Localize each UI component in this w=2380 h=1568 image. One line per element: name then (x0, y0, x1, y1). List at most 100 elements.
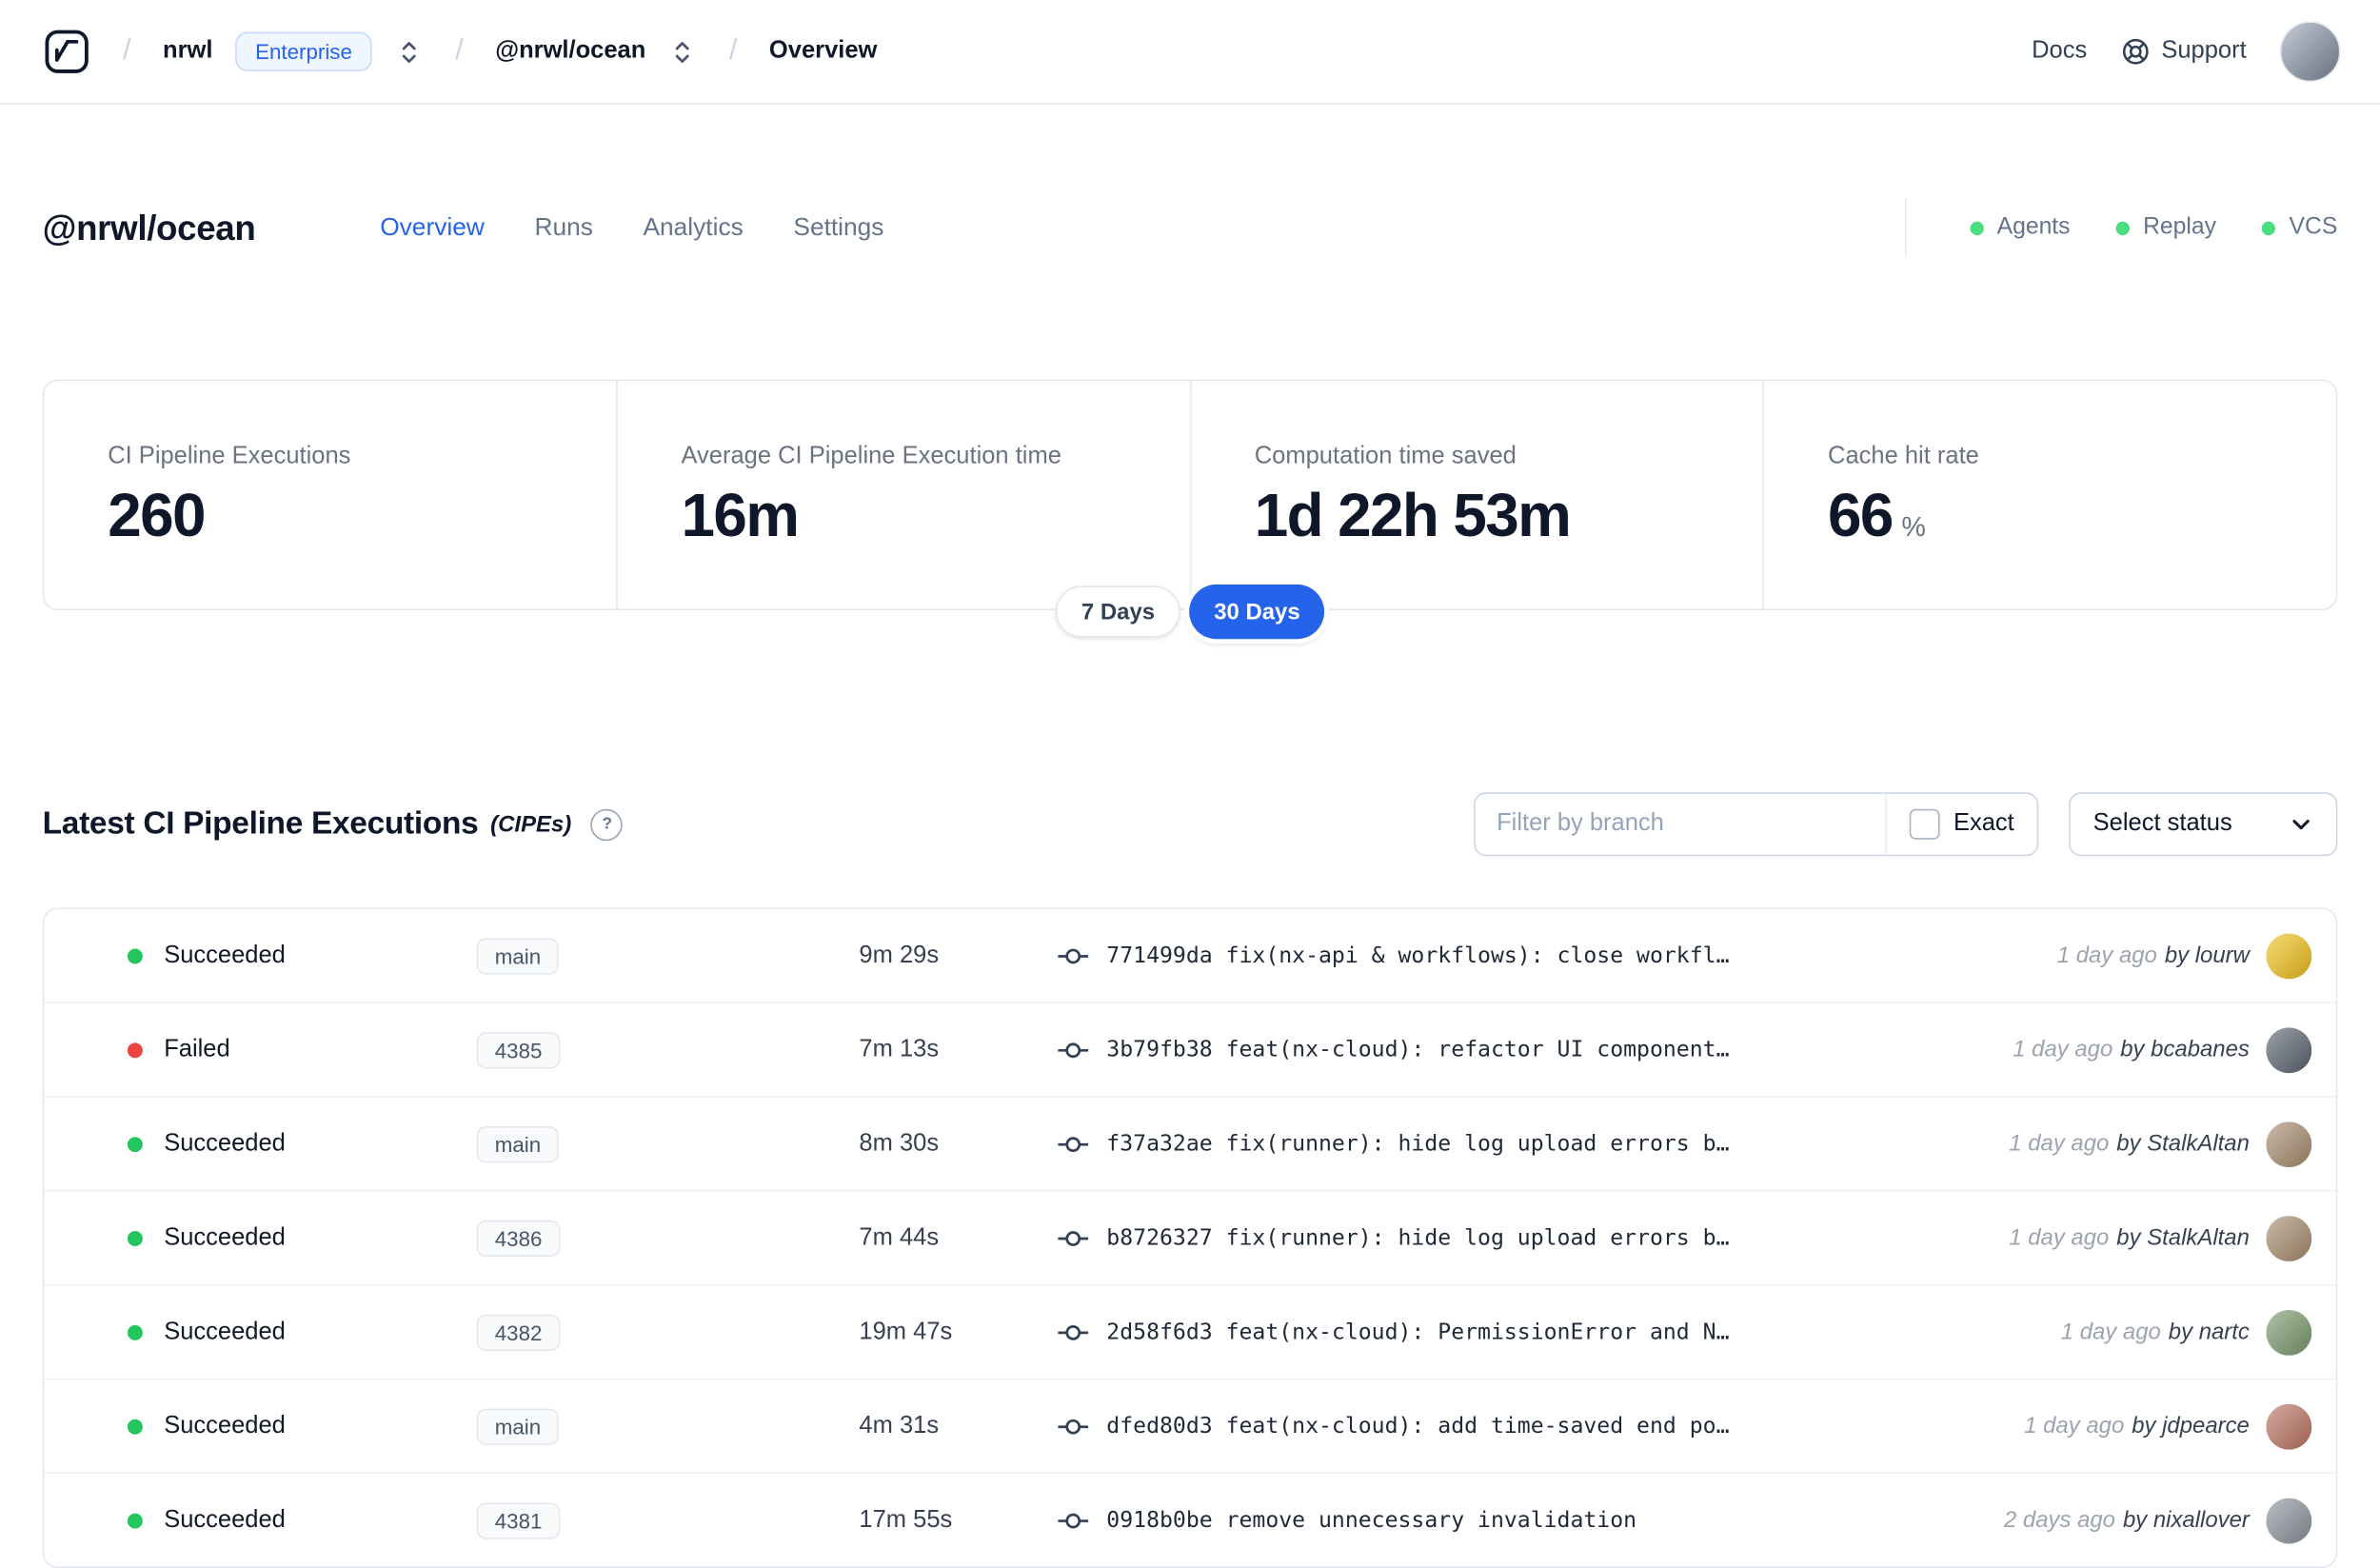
breadcrumb-separator: / (455, 34, 464, 68)
branch-badge[interactable]: main (476, 1125, 560, 1162)
status-select[interactable]: Select status (2069, 792, 2338, 857)
author: by lourw (2164, 943, 2250, 969)
workspace-switcher-button[interactable] (668, 35, 697, 67)
duration: 19m 47s (859, 1318, 953, 1344)
status-dot (127, 1136, 143, 1152)
avatar (2266, 1121, 2312, 1167)
author: by jdpearce (2132, 1413, 2250, 1439)
stat-label: Cache hit rate (1828, 442, 1979, 468)
nx-cloud-logo[interactable] (43, 28, 91, 76)
author: by nixallover (2122, 1507, 2250, 1534)
help-icon[interactable]: ? (590, 808, 624, 841)
docs-link[interactable]: Docs (2032, 38, 2087, 66)
user-avatar[interactable] (2279, 21, 2341, 83)
git-commit-icon (1058, 1227, 1089, 1248)
branch-badge[interactable]: main (476, 937, 560, 974)
breadcrumb: / nrwl Enterprise / @nrwl/ocean / Overvi… (43, 28, 877, 76)
author: by bcabanes (2120, 1036, 2250, 1063)
cipe-row[interactable]: Failed 4385 7m 13s 3b79fb38 feat(nx-clou… (44, 1002, 2336, 1096)
indicator-agents[interactable]: Agents (1969, 213, 2071, 242)
row-meta: 1 day ago by jdpearce (2003, 1413, 2250, 1439)
commit-message[interactable]: 3b79fb38 feat(nx-cloud): refactor UI com… (1106, 1038, 1992, 1062)
cipe-row[interactable]: Succeeded main 4m 31s dfed80d3 feat(nx-c… (44, 1378, 2336, 1473)
exact-checkbox[interactable] (1909, 808, 1940, 840)
breadcrumb-workspace[interactable]: @nrwl/ocean (495, 38, 645, 66)
branch-filter-input[interactable] (1475, 793, 1886, 855)
relative-time: 2 days ago (2003, 1507, 2115, 1534)
duration: 17m 55s (859, 1506, 953, 1533)
green-status-dot (2115, 220, 2130, 235)
page: / nrwl Enterprise / @nrwl/ocean / Overvi… (0, 0, 2380, 1568)
tab-settings[interactable]: Settings (793, 213, 883, 242)
commit-message[interactable]: dfed80d3 feat(nx-cloud): add time-saved … (1106, 1414, 2003, 1439)
git-commit-icon (1058, 1510, 1089, 1531)
duration: 7m 13s (859, 1036, 940, 1062)
status-dot (127, 1418, 143, 1434)
cipes-title: Latest CI Pipeline Executions (42, 805, 479, 842)
top-bar-actions: Docs Support (2032, 21, 2341, 83)
cipe-row[interactable]: Succeeded main 8m 30s f37a32ae fix(runne… (44, 1096, 2336, 1190)
stat-value: 66% (1828, 484, 2336, 547)
indicator-vcs[interactable]: VCS (2261, 213, 2338, 242)
tab-runs[interactable]: Runs (534, 213, 592, 242)
indicator-label: Agents (1996, 213, 2071, 240)
stat-card-avg-time: Average CI Pipeline Execution time 16m (615, 381, 1189, 609)
indicator-label: VCS (2289, 213, 2338, 240)
avatar (2266, 932, 2312, 979)
cipe-row[interactable]: Succeeded main 9m 29s 771499da fix(nx-ap… (44, 909, 2336, 1002)
branch-badge[interactable]: 4382 (476, 1313, 561, 1351)
stat-value-number: 66 (1828, 482, 1894, 549)
cipe-table: Succeeded main 9m 29s 771499da fix(nx-ap… (42, 907, 2338, 1568)
status-select-label: Select status (2092, 810, 2232, 837)
relative-time: 1 day ago (2009, 1130, 2110, 1157)
status-label: Succeeded (164, 1318, 286, 1344)
chevron-up-down-icon (398, 39, 421, 65)
status-label: Failed (164, 1036, 230, 1062)
status-label: Succeeded (164, 1506, 286, 1533)
page-title: @nrwl/ocean (42, 207, 256, 248)
commit-message[interactable]: b8726327 fix(runner): hide log upload er… (1106, 1225, 1988, 1250)
stat-value: 1d 22h 53m (1254, 482, 1572, 549)
stat-label: CI Pipeline Executions (108, 442, 351, 468)
breadcrumb-org[interactable]: nrwl (163, 38, 212, 66)
relative-time: 1 day ago (2013, 1036, 2113, 1063)
cipe-row[interactable]: Succeeded 4381 17m 55s 0918b0be remove u… (44, 1472, 2336, 1567)
tab-analytics[interactable]: Analytics (643, 213, 743, 242)
cipes-header: Latest CI Pipeline Executions (CIPEs) ? … (43, 791, 2338, 858)
indicator-replay[interactable]: Replay (2115, 214, 2216, 242)
breadcrumb-separator: / (123, 34, 131, 68)
row-meta: 1 day ago by StalkAltan (1988, 1225, 2250, 1251)
support-link[interactable]: Support (2120, 36, 2247, 67)
branch-badge[interactable]: main (476, 1407, 560, 1445)
cipe-row[interactable]: Succeeded 4386 7m 44s b8726327 fix(runne… (44, 1190, 2336, 1284)
author: by StalkAltan (2116, 1224, 2250, 1251)
branch-badge[interactable]: 4381 (476, 1501, 561, 1538)
commit-message[interactable]: f37a32ae fix(runner): hide log upload er… (1106, 1132, 1988, 1157)
git-commit-icon (1058, 1321, 1089, 1342)
stat-label: Average CI Pipeline Execution time (681, 442, 1061, 468)
chevron-down-icon (2289, 812, 2313, 837)
cipe-row[interactable]: Succeeded 4382 19m 47s 2d58f6d3 feat(nx-… (44, 1283, 2336, 1379)
avatar (2266, 1403, 2312, 1449)
commit-message[interactable]: 2d58f6d3 feat(nx-cloud): PermissionError… (1106, 1320, 2039, 1344)
branch-badge[interactable]: 4385 (476, 1031, 561, 1068)
commit-message[interactable]: 771499da fix(nx-api & workflows): close … (1106, 943, 2035, 968)
exact-label: Exact (1953, 810, 2014, 837)
service-indicators: Agents Replay VCS (1904, 198, 2338, 257)
exact-filter: Exact (1885, 793, 2036, 855)
relative-time: 1 day ago (2060, 1319, 2161, 1345)
tab-overview[interactable]: Overview (380, 213, 485, 242)
indicator-label: Replay (2143, 213, 2217, 240)
range-30-days-button[interactable]: 30 Days (1189, 584, 1325, 640)
branch-badge[interactable]: 4386 (476, 1220, 561, 1257)
commit-message[interactable]: 0918b0be remove unnecessary invalidation (1106, 1508, 1982, 1533)
status-label: Succeeded (164, 1412, 286, 1439)
org-switcher-button[interactable] (395, 35, 424, 67)
stat-value: 260 (108, 482, 206, 549)
stat-card-time-saved: Computation time saved 1d 22h 53m (1189, 381, 1762, 609)
support-label: Support (2161, 37, 2247, 64)
duration: 8m 30s (859, 1130, 940, 1157)
range-7-days-button[interactable]: 7 Days (1055, 586, 1181, 638)
status-dot (127, 1512, 143, 1528)
row-meta: 1 day ago by bcabanes (1992, 1037, 2250, 1062)
